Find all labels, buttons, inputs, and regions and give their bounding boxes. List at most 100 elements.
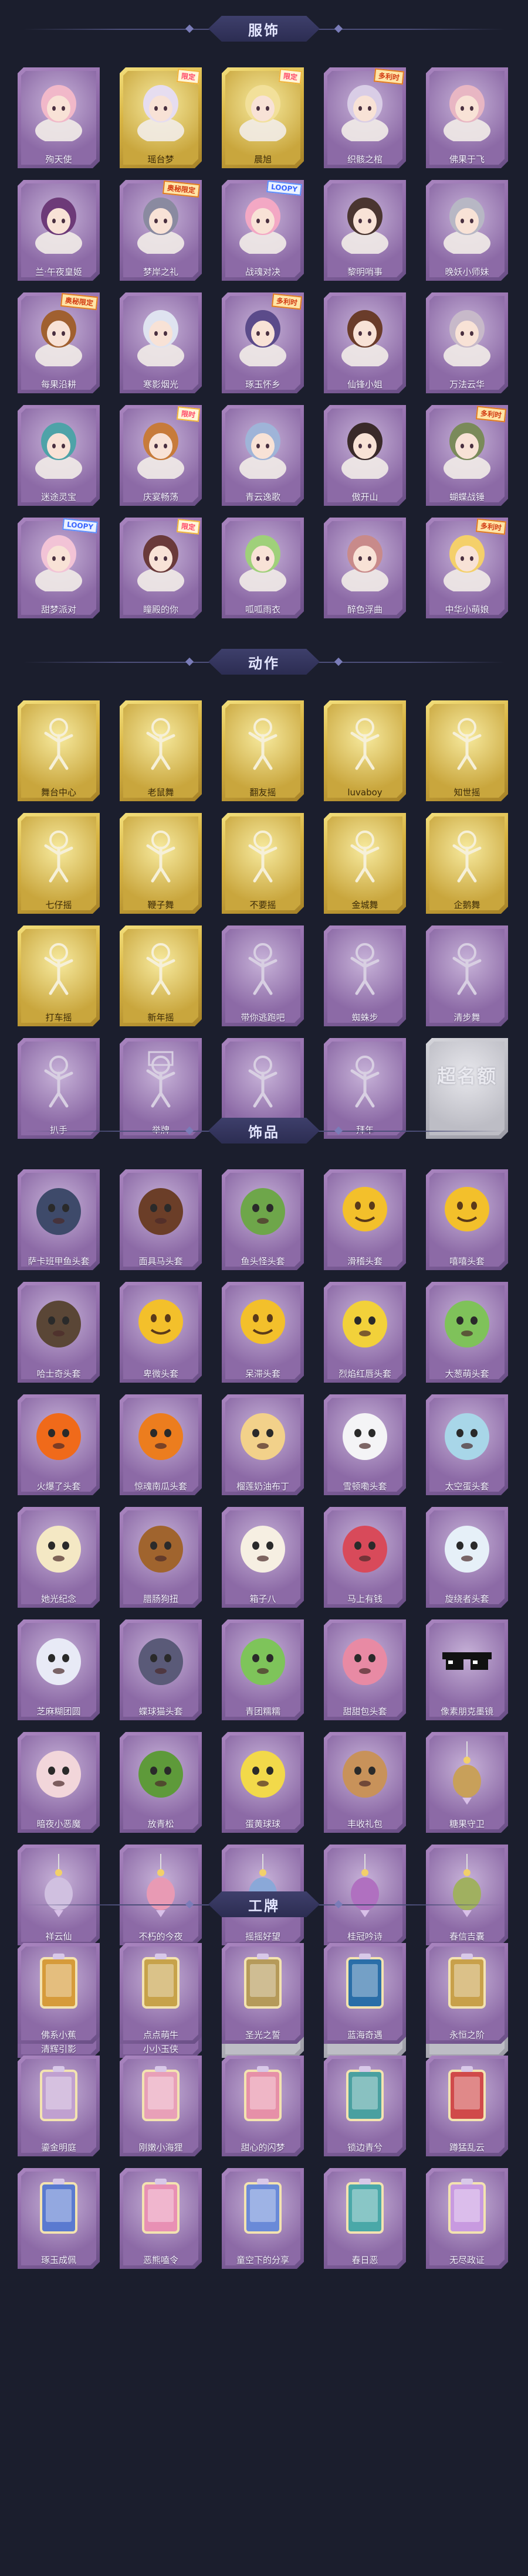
item-card[interactable]: 蛋黄球球 xyxy=(222,1732,304,1833)
item-label: 琢玉怀乡 xyxy=(245,379,280,390)
item-card[interactable]: 芝麻糊团圆 xyxy=(18,1619,100,1720)
item-card[interactable]: 哈士奇头套 xyxy=(18,1282,100,1383)
item-card[interactable]: 马上有钱 xyxy=(324,1507,406,1608)
item-card[interactable]: 呆滞头套 xyxy=(222,1282,304,1383)
item-card[interactable]: 腊肠狗扭 xyxy=(120,1507,202,1608)
character-portrait-icon xyxy=(31,414,87,479)
item-card[interactable]: 七仔摇 xyxy=(18,813,100,914)
item-card[interactable]: 刚嫩小海狸 xyxy=(120,2056,202,2156)
item-card[interactable]: 雪顿嘞头套 xyxy=(324,1394,406,1495)
item-card[interactable]: 企鹅舞 xyxy=(426,813,508,914)
item-card[interactable]: luvaboy xyxy=(324,700,406,801)
item-card[interactable]: 圣光之誓 xyxy=(222,1943,304,2044)
item-card[interactable]: 大葱萌头套 xyxy=(426,1282,508,1383)
item-label: 金城舞 xyxy=(351,900,378,910)
item-card[interactable]: 榴莲奶油布丁 xyxy=(222,1394,304,1495)
item-card[interactable]: 蝶球猫头套 xyxy=(120,1619,202,1720)
item-card[interactable]: 鞭子舞 xyxy=(120,813,202,914)
item-card[interactable]: 知世摇 xyxy=(426,700,508,801)
item-card[interactable]: 鱼头怪头套 xyxy=(222,1169,304,1270)
item-card[interactable]: 翻友摇 xyxy=(222,700,304,801)
item-card[interactable]: 迷途灵宝 xyxy=(18,405,100,506)
item-card[interactable]: 殉天使 xyxy=(18,67,100,168)
item-card[interactable]: 舞台中心 xyxy=(18,700,100,801)
item-card[interactable]: 琢玉成佩 xyxy=(18,2168,100,2269)
item-card[interactable]: 青团糯糯 xyxy=(222,1619,304,1720)
item-card[interactable]: 旋绕者头套 xyxy=(426,1507,508,1608)
item-card[interactable]: 太空蛋头套 xyxy=(426,1394,508,1495)
item-card[interactable]: LOOPY 甜梦派对 xyxy=(18,518,100,618)
item-card[interactable]: 永恒之阶 xyxy=(426,1943,508,2044)
item-card[interactable]: 像素朋克墨镜 xyxy=(426,1619,508,1720)
item-card[interactable]: 多利时 琢玉怀乡 xyxy=(222,292,304,393)
item-card[interactable]: 不要摇 xyxy=(222,813,304,914)
item-card[interactable]: 滑稽头套 xyxy=(324,1169,406,1270)
item-card[interactable]: 面具马头套 xyxy=(120,1169,202,1270)
item-label: 她光纪念 xyxy=(40,1594,76,1604)
card-frame: 多利时 织骸之棺 xyxy=(324,67,406,168)
item-card[interactable]: 老鼠舞 xyxy=(120,700,202,801)
item-card[interactable]: 黎明哨事 xyxy=(324,180,406,281)
item-card[interactable]: 金城舞 xyxy=(324,813,406,914)
item-card[interactable]: 恶熊嗑令 xyxy=(120,2168,202,2269)
item-card[interactable]: 多利时 中华小萌娘 xyxy=(426,518,508,618)
item-card[interactable]: 蹲猛乱云 xyxy=(426,2056,508,2156)
item-card[interactable]: 火爆了头套 xyxy=(18,1394,100,1495)
item-card[interactable]: 童空下的分享 xyxy=(222,2168,304,2269)
item-card[interactable]: 限时 庆宴畅荡 xyxy=(120,405,202,506)
imp-icon xyxy=(31,1741,87,1806)
item-card[interactable]: 卑微头套 xyxy=(120,1282,202,1383)
item-card[interactable]: 限定 瑶台梦 xyxy=(120,67,202,168)
item-card[interactable]: 打车摇 xyxy=(18,925,100,1026)
item-card[interactable]: 甜甜包头套 xyxy=(324,1619,406,1720)
item-card[interactable]: 蓝海奇遇 xyxy=(324,1943,406,2044)
item-card[interactable]: 春日恶 xyxy=(324,2168,406,2269)
limited-badge: 限时 xyxy=(177,406,200,422)
item-card[interactable]: 萨卡班甲鱼头套 xyxy=(18,1169,100,1270)
item-card[interactable]: 佛系小蕉 xyxy=(18,1943,100,2044)
item-card[interactable]: 她光纪念 xyxy=(18,1507,100,1608)
item-card[interactable]: 鎏金明庭 xyxy=(18,2056,100,2156)
item-label: 糖果守卫 xyxy=(449,1819,485,1829)
item-card[interactable]: 新年摇 xyxy=(120,925,202,1026)
item-card[interactable]: 暗夜小恶魔 xyxy=(18,1732,100,1833)
item-card[interactable]: 晚妖小师妹 xyxy=(426,180,508,281)
item-card[interactable]: 糖果守卫 xyxy=(426,1732,508,1833)
item-card[interactable]: 带你逃跑吧 xyxy=(222,925,304,1026)
item-card[interactable]: 烈焰红唇头套 xyxy=(324,1282,406,1383)
item-card[interactable]: 锁边青兮 xyxy=(324,2056,406,2156)
item-card[interactable]: LOOPY 战魂对决 xyxy=(222,180,304,281)
item-label: 面具马头套 xyxy=(138,1256,183,1267)
item-card[interactable]: 无尽政证 xyxy=(426,2168,508,2269)
item-card[interactable]: 青云逸歌 xyxy=(222,405,304,506)
item-card[interactable]: 万法云华 xyxy=(426,292,508,393)
item-card[interactable]: 佛果于飞 xyxy=(426,67,508,168)
divider-diamond-icon xyxy=(185,1900,194,1909)
item-card[interactable]: 限定 瞳殿的你 xyxy=(120,518,202,618)
item-card[interactable]: 嘻嘻头套 xyxy=(426,1169,508,1270)
item-card[interactable]: 奥秘限定 梦岸之礼 xyxy=(120,180,202,281)
item-card[interactable]: 寒影烟光 xyxy=(120,292,202,393)
item-card[interactable]: 丰收礼包 xyxy=(324,1732,406,1833)
item-card[interactable]: 兰·午夜皇姬 xyxy=(18,180,100,281)
card-frame: 烈焰红唇头套 xyxy=(324,1282,406,1383)
item-card[interactable]: 醉色浮曲 xyxy=(324,518,406,618)
item-card[interactable]: 箱子八 xyxy=(222,1507,304,1608)
cat-head-icon xyxy=(133,1629,189,1693)
item-card[interactable]: 奥秘限定 每果沿耕 xyxy=(18,292,100,393)
item-card[interactable]: 呱呱雨衣 xyxy=(222,518,304,618)
item-card[interactable]: 放青松 xyxy=(120,1732,202,1833)
item-card[interactable]: 多利时 蝴蝶战锤 xyxy=(426,405,508,506)
item-card[interactable]: 限定 晨旭 xyxy=(222,67,304,168)
character-portrait-icon xyxy=(439,527,495,591)
item-label: 榴莲奶油布丁 xyxy=(236,1481,289,1492)
item-card[interactable]: 甜心的闪梦 xyxy=(222,2056,304,2156)
item-card[interactable]: 蜘蛛步 xyxy=(324,925,406,1026)
item-card[interactable]: 清步舞 xyxy=(426,925,508,1026)
item-card[interactable]: 仙锋小姐 xyxy=(324,292,406,393)
item-card[interactable]: 傲开山 xyxy=(324,405,406,506)
item-card[interactable]: 点点萌牛 xyxy=(120,1943,202,2044)
character-portrait-icon xyxy=(133,302,189,366)
item-card[interactable]: 惊魂南瓜头套 xyxy=(120,1394,202,1495)
item-card[interactable]: 多利时 织骸之棺 xyxy=(324,67,406,168)
